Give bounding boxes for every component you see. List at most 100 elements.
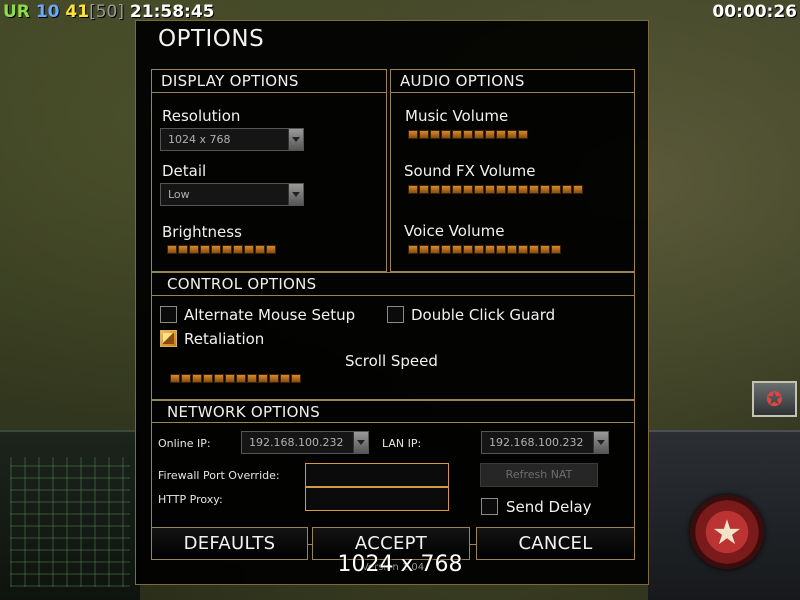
display-options-header: DISPLAY OPTIONS [152,70,386,93]
slider-segment [507,245,517,254]
slider-segment [485,185,495,194]
hud-stats: UR 10 41[50] 21:58:45 [3,2,215,22]
slider-segment [181,374,191,383]
alternate-mouse-checkbox[interactable] [160,306,177,323]
scroll-speed-slider[interactable] [170,374,301,384]
audio-options-panel: AUDIO OPTIONS Music Volume Sound FX Volu… [390,69,635,272]
slider-segment [463,185,473,194]
slider-segment [266,245,276,254]
lan-ip-select[interactable]: 192.168.100.232 [481,431,609,454]
slider-segment [540,245,550,254]
slider-segment [551,185,561,194]
detail-label: Detail [162,162,207,180]
online-ip-value: 192.168.100.232 [249,436,344,449]
slider-segment [192,374,202,383]
slider-segment [474,245,484,254]
music-volume-label: Music Volume [405,107,509,125]
firewall-port-label: Firewall Port Override: [158,469,280,482]
slider-segment [214,374,224,383]
brightness-slider[interactable] [167,245,276,255]
slider-segment [222,245,232,254]
hud-ur-label: UR [3,2,30,22]
slider-segment [291,374,301,383]
slider-segment [408,245,418,254]
detail-value: Low [168,188,190,201]
slider-segment [225,374,235,383]
slider-segment [518,245,528,254]
slider-segment [463,130,473,139]
slider-segment [419,185,429,194]
unit-portrait-icon[interactable] [752,381,797,417]
chevron-down-icon[interactable] [353,432,368,453]
slider-segment [280,374,290,383]
online-ip-label: Online IP: [158,437,211,450]
online-ip-select[interactable]: 192.168.100.232 [241,431,369,454]
http-proxy-input[interactable] [305,487,449,511]
network-options-panel: NETWORK OPTIONS Online IP: 192.168.100.2… [151,400,635,545]
send-delay-label[interactable]: Send Delay [506,498,592,516]
voice-volume-label: Voice Volume [404,222,505,240]
slider-segment [419,130,429,139]
slider-segment [441,245,451,254]
hud-value-10: 10 [35,2,60,22]
slider-segment [529,185,539,194]
chevron-down-icon[interactable] [288,129,303,150]
slider-segment [496,245,506,254]
slider-segment [463,245,473,254]
detail-select[interactable]: Low [160,183,304,206]
resolution-overlay-text: 1024 x 768 [337,552,463,577]
resolution-value: 1024 x 768 [168,133,231,146]
network-options-header: NETWORK OPTIONS [152,400,634,423]
chevron-down-icon[interactable] [593,432,608,453]
slider-segment [507,185,517,194]
chevron-down-icon[interactable] [288,184,303,205]
hud-clock: 21:58:45 [129,2,215,22]
slider-segment [441,185,451,194]
slider-segment [211,245,221,254]
slider-segment [496,185,506,194]
slider-segment [452,130,462,139]
slider-segment [485,245,495,254]
sound-fx-volume-label: Sound FX Volume [404,162,536,180]
slider-segment [518,130,528,139]
resolution-select[interactable]: 1024 x 768 [160,128,304,151]
slider-segment [408,130,418,139]
refresh-nat-button[interactable]: Refresh NAT [480,463,598,487]
voice-volume-slider[interactable] [408,245,561,255]
display-options-panel: DISPLAY OPTIONS Resolution 1024 x 768 De… [151,69,387,272]
slider-segment [430,245,440,254]
slider-segment [452,185,462,194]
slider-segment [269,374,279,383]
hud-value-50: [50] [89,2,124,22]
slider-segment [247,374,257,383]
slider-segment [441,130,451,139]
slider-segment [236,374,246,383]
retaliation-checkbox[interactable] [160,330,177,347]
slider-segment [529,245,539,254]
control-options-panel: CONTROL OPTIONS Alternate Mouse Setup Do… [151,272,635,400]
retaliation-label[interactable]: Retaliation [184,330,264,348]
slider-segment [562,185,572,194]
slider-segment [452,245,462,254]
slider-segment [408,185,418,194]
lan-ip-label: LAN IP: [382,437,422,450]
brightness-label: Brightness [162,223,242,241]
slider-segment [170,374,180,383]
send-delay-checkbox[interactable] [481,498,498,515]
resolution-label: Resolution [162,107,241,125]
control-options-header: CONTROL OPTIONS [152,273,634,296]
slider-segment [551,245,561,254]
double-click-guard-label[interactable]: Double Click Guard [411,306,555,324]
firewall-port-input[interactable] [305,463,449,487]
hud-timer: 00:00:26 [712,2,797,22]
slider-segment [507,130,517,139]
double-click-guard-checkbox[interactable] [387,306,404,323]
lan-ip-value: 192.168.100.232 [489,436,584,449]
sound-fx-volume-slider[interactable] [408,185,583,195]
slider-segment [474,130,484,139]
hud-value-41: 41 [65,2,90,22]
music-volume-slider[interactable] [408,130,528,140]
slider-segment [203,374,213,383]
alternate-mouse-label[interactable]: Alternate Mouse Setup [184,306,355,324]
slider-segment [255,245,265,254]
